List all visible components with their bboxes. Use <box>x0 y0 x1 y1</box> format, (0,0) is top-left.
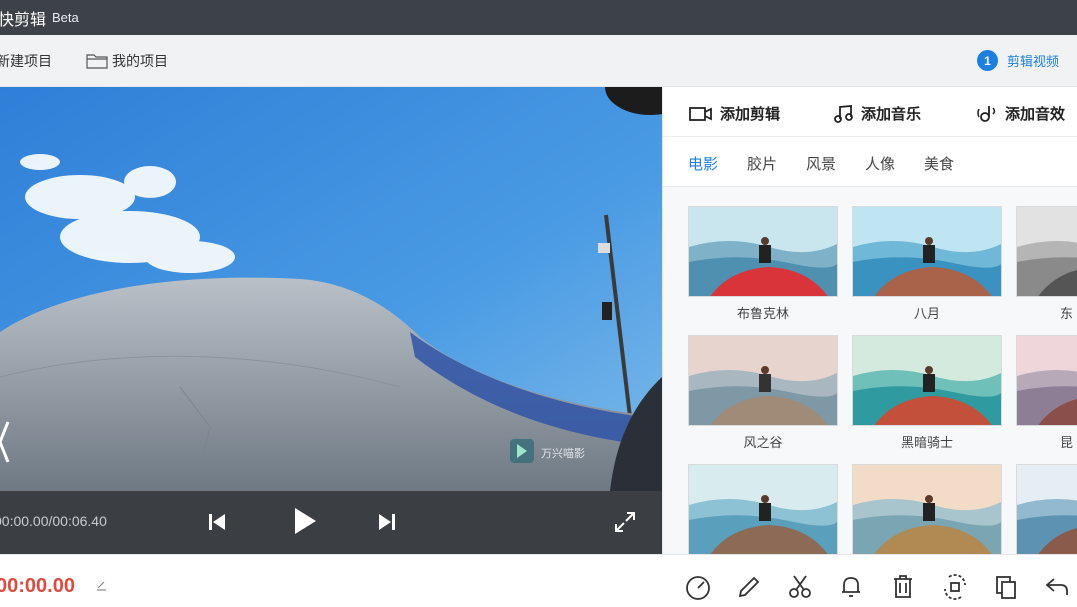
watermark-text: 万兴喵影 <box>541 447 585 460</box>
title-bar: 快剪辑 Beta <box>0 0 1077 35</box>
step-label: 剪辑视频 <box>1006 55 1059 70</box>
filter-label: 布鲁克林 <box>736 307 789 322</box>
crop-rotate-icon[interactable] <box>941 573 969 601</box>
tab-add-sound-effect-label: 添加音效 <box>1005 105 1066 123</box>
category-movie[interactable]: 电影 <box>688 153 718 174</box>
filter-thumbnail <box>688 206 838 297</box>
category-food[interactable]: 美食 <box>924 153 954 174</box>
project-toolbar: 新建项目 我的项目 1 剪辑视频 <box>0 35 1077 87</box>
filter-thumbnail <box>852 335 1002 426</box>
fullscreen-button[interactable] <box>612 509 638 535</box>
folder-icon <box>86 53 108 69</box>
step-indicator: 1 剪辑视频 <box>976 50 1059 71</box>
filter-thumbnail <box>852 464 1002 554</box>
filter-thumbnail <box>1016 335 1077 426</box>
video-preview[interactable]: 万兴喵影 <box>0 87 662 491</box>
speed-gauge-icon[interactable] <box>684 573 712 601</box>
tab-add-sound-effect[interactable]: 添加音效 <box>976 103 1065 124</box>
tab-add-music[interactable]: 添加音乐 <box>834 103 921 124</box>
scissors-icon[interactable] <box>787 573 813 601</box>
copy-icon[interactable] <box>993 573 1019 601</box>
filter-card[interactable]: 布鲁克林 <box>688 206 838 322</box>
play-icon <box>295 508 316 534</box>
filter-thumbnail <box>1016 464 1077 554</box>
fullscreen-icon <box>615 512 635 532</box>
filter-label: 东 <box>1060 307 1074 322</box>
filter-label: 风之谷 <box>743 436 783 451</box>
previous-arrow-icon[interactable] <box>0 417 10 467</box>
filter-card[interactable]: 八月 <box>852 206 1002 322</box>
tab-add-clip[interactable]: 添加剪辑 <box>689 103 780 124</box>
undo-icon[interactable] <box>1043 573 1071 601</box>
filter-thumbnail <box>688 464 838 554</box>
filter-card[interactable]: 昆 <box>1016 335 1077 451</box>
filter-grid: 布鲁克林 八月 东 风之谷 黑暗骑士 昆 <box>663 187 1077 554</box>
skip-back-button[interactable] <box>205 510 229 534</box>
preview-frame <box>0 87 662 491</box>
panel-tabs: 添加剪辑 添加音乐 添加音效 <box>663 87 1077 137</box>
filter-card[interactable]: 黑暗骑士 <box>852 335 1002 451</box>
filter-label: 黑暗骑士 <box>900 436 953 451</box>
filter-categories: 电影 胶片 风景 人像 美食 <box>663 137 1077 187</box>
step-number: 1 <box>976 50 998 71</box>
category-film[interactable]: 胶片 <box>747 153 777 174</box>
skip-forward-icon <box>379 514 395 530</box>
app-name: 快剪辑 <box>0 9 47 29</box>
playback-time: 00:00.00/00:06.40 <box>0 513 107 529</box>
music-note-icon <box>834 104 853 123</box>
filter-card[interactable]: 东 <box>1016 206 1077 322</box>
video-camera-icon <box>689 106 712 121</box>
my-projects-button[interactable]: 我的项目 <box>86 51 168 71</box>
sound-effect-icon <box>977 105 996 122</box>
category-scenery[interactable]: 风景 <box>806 153 836 174</box>
filter-card[interactable] <box>852 464 1002 554</box>
filter-card[interactable]: 风之谷 <box>688 335 838 451</box>
category-portrait[interactable]: 人像 <box>865 153 895 174</box>
filter-card[interactable] <box>688 464 838 554</box>
bell-icon[interactable] <box>838 573 864 601</box>
new-project-label: 新建项目 <box>0 53 52 70</box>
beta-badge: Beta <box>52 10 79 25</box>
filter-label: 八月 <box>913 307 940 322</box>
playback-controls: 00:00.00/00:06.40 <box>0 491 662 554</box>
my-projects-label: 我的项目 <box>112 53 168 70</box>
filter-thumbnail <box>852 206 1002 297</box>
filter-thumbnail <box>688 335 838 426</box>
tab-add-music-label: 添加音乐 <box>861 105 922 123</box>
current-time: 00:00.00 <box>0 575 75 597</box>
timeline-toolbar: 00:00.00 <box>0 554 1077 607</box>
filter-panel: 添加剪辑 添加音乐 添加音效 电影 胶片 风景 人像 美食 布鲁克林 八月 东 … <box>662 87 1077 554</box>
skip-back-icon <box>209 514 225 530</box>
trash-icon[interactable] <box>890 573 916 601</box>
watermark-logo-icon <box>510 439 534 463</box>
play-button[interactable] <box>290 506 320 536</box>
filter-card[interactable] <box>1016 464 1077 554</box>
edit-pencil-icon[interactable] <box>96 579 108 591</box>
tab-add-clip-label: 添加剪辑 <box>720 105 781 123</box>
filter-thumbnail <box>1016 206 1077 297</box>
skip-forward-button[interactable] <box>375 510 399 534</box>
pencil-icon[interactable] <box>736 573 762 601</box>
filter-label: 昆 <box>1060 436 1074 451</box>
new-project-button[interactable]: 新建项目 <box>0 51 52 71</box>
